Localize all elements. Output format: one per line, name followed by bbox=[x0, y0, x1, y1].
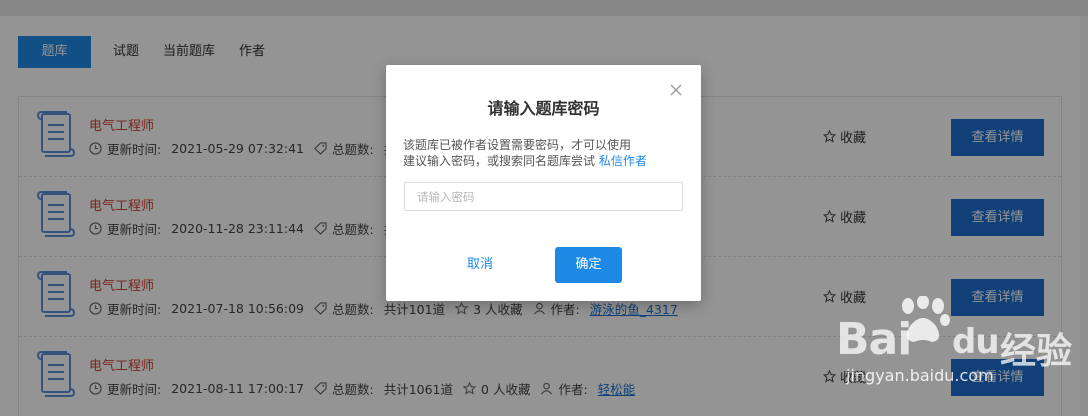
description-line-2: 建议输入密码，或搜索同名题库尝试 私信作者 bbox=[403, 153, 693, 169]
private-message-link[interactable]: 私信作者 bbox=[599, 154, 647, 168]
password-dialog: 请输入题库密码 该题库已被作者设置需要密码，才可以使用 建议输入密码，或搜索同名… bbox=[386, 65, 701, 301]
description-line-1: 该题库已被作者设置需要密码，才可以使用 bbox=[403, 138, 632, 152]
baidu-jingyan-watermark: Bai du 经验 jingyan.baidu.com bbox=[832, 292, 1072, 388]
watermark-du: du bbox=[952, 322, 1000, 362]
password-input[interactable] bbox=[404, 182, 683, 211]
dialog-title: 请输入题库密码 bbox=[487, 99, 600, 118]
watermark-jingyan: 经验 bbox=[1000, 331, 1073, 372]
description-text: 建议输入密码，或搜索同名题库尝试 bbox=[403, 154, 596, 168]
confirm-button[interactable]: 确定 bbox=[555, 247, 622, 283]
cancel-button[interactable]: 取消 bbox=[450, 247, 510, 283]
watermark-brand: Bai bbox=[836, 314, 912, 365]
dialog-description: 该题库已被作者设置需要密码，才可以使用 建议输入密码，或搜索同名题库尝试 私信作… bbox=[403, 137, 693, 169]
watermark-url: jingyan.baidu.com bbox=[846, 366, 994, 385]
